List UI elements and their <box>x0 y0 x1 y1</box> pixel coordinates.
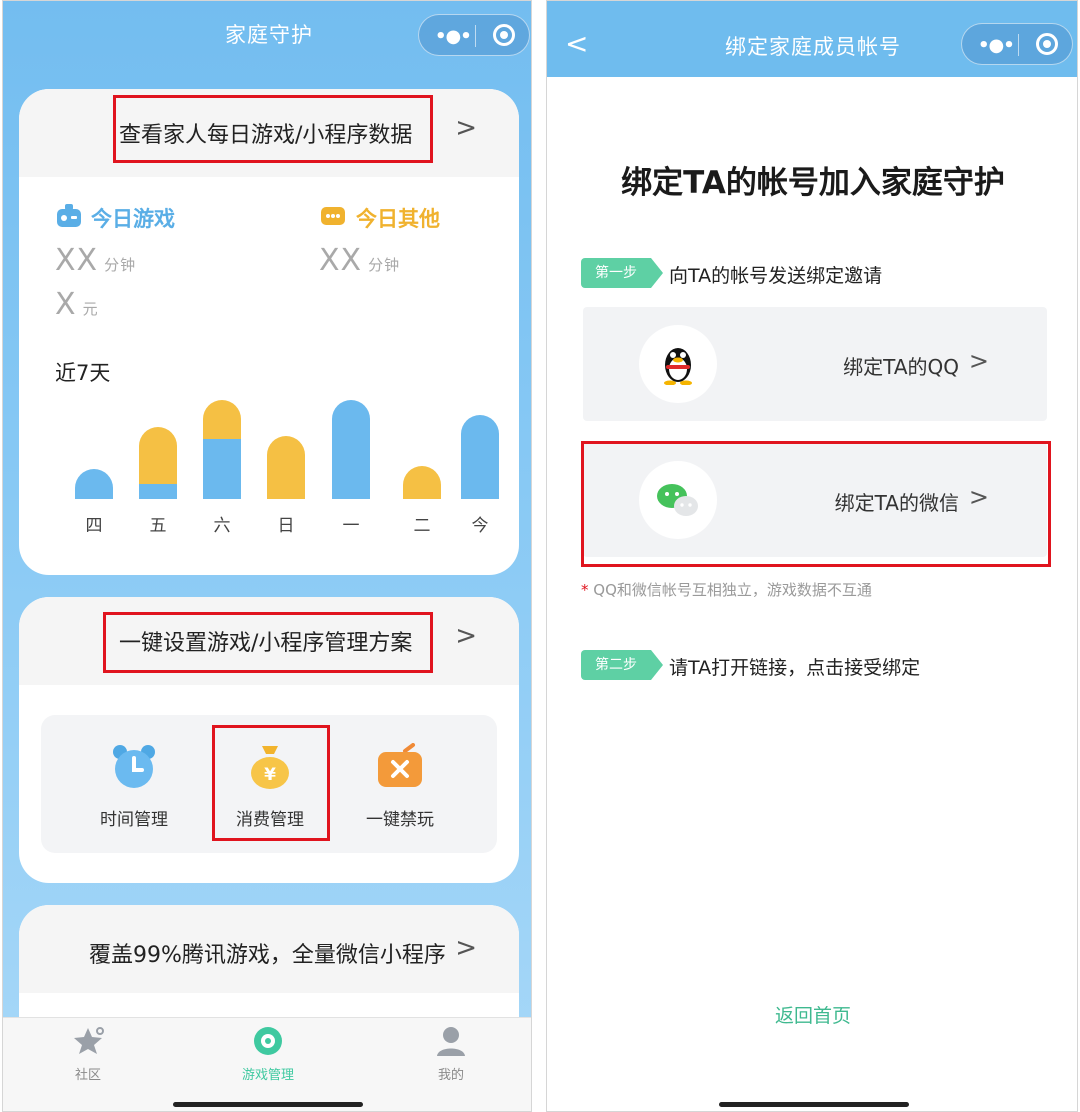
community-icon <box>74 1027 104 1054</box>
coverage-title: 覆盖99%腾讯游戏，全量微信小程序 <box>89 943 446 968</box>
highlight-box <box>103 612 433 673</box>
day-label: 一 <box>342 516 360 536</box>
profile-icon <box>437 1027 465 1056</box>
highlight-box <box>113 95 433 163</box>
step-one-tag: 第一步 <box>581 258 663 288</box>
miniprogram-capsule[interactable]: •●• <box>961 23 1073 65</box>
step-two-tag: 第二步 <box>581 650 663 680</box>
nav-title: 家庭守护 <box>225 23 313 47</box>
chat-bubble-icon <box>321 207 345 225</box>
today-other-label: 今日其他 <box>356 207 440 231</box>
time-manage-label: 时间管理 <box>100 810 168 830</box>
chevron-right-icon: > <box>455 621 477 651</box>
home-indicator <box>719 1102 909 1107</box>
bar-segment <box>203 439 241 499</box>
note-text: QQ和微信帐号互相独立，游戏数据不互通 <box>593 581 872 599</box>
bar-segment <box>332 400 370 499</box>
bottom-tab-bar: 社区 游戏管理 我的 <box>3 1017 531 1111</box>
gamepad-icon <box>57 204 81 227</box>
miniprogram-capsule[interactable]: •●• <box>418 14 530 56</box>
bar-segment <box>203 400 241 439</box>
today-other-minutes: XX 分钟 <box>319 243 401 278</box>
day-label: 二 <box>413 516 431 536</box>
bar-segment <box>403 466 441 499</box>
game-manage-icon <box>254 1027 282 1055</box>
chevron-right-icon: > <box>455 933 477 963</box>
bind-qq-label: 绑定TA的QQ <box>843 355 959 379</box>
nav-title: 绑定家庭成员帐号 <box>725 35 901 59</box>
nav-bar: < 绑定家庭成员帐号 •●• <box>547 1 1077 77</box>
family-guard-screen: 家庭守护 •●• 查看家人每日游戏/小程序数据 > 今日游戏 XX 分钟 X元 今… <box>2 0 532 1112</box>
today-game-money: X元 <box>55 287 99 322</box>
seven-day-bar-chart: 四五六日一二今 <box>19 389 519 539</box>
close-miniprogram-icon[interactable] <box>1036 33 1058 55</box>
day-label: 五 <box>149 516 167 536</box>
day-label: 四 <box>85 516 103 536</box>
account-note: * QQ和微信帐号互相独立，游戏数据不互通 <box>581 579 872 600</box>
tab-game-manage-label: 游戏管理 <box>241 1068 294 1083</box>
step-one-text: 向TA的帐号发送绑定邀请 <box>669 265 883 287</box>
bar-segment <box>461 415 499 499</box>
tab-profile[interactable]: 我的 <box>401 1026 501 1083</box>
chevron-right-icon: > <box>968 347 989 375</box>
bar-segment <box>75 469 113 499</box>
bar-segment <box>139 427 177 484</box>
back-home-link[interactable]: 返回首页 <box>547 1001 1077 1028</box>
highlight-box <box>212 725 330 841</box>
alarm-clock-icon <box>113 745 155 788</box>
bind-qq-card[interactable]: 绑定TA的QQ > <box>583 307 1047 421</box>
bar-segment <box>267 436 305 499</box>
tab-game-manage[interactable]: 游戏管理 <box>218 1026 318 1083</box>
today-game-minutes: XX 分钟 <box>55 243 137 278</box>
ban-device-icon <box>378 743 422 787</box>
back-icon[interactable]: < <box>565 27 588 60</box>
tab-community-label: 社区 <box>74 1068 101 1083</box>
step-two-text: 请TA打开链接，点击接受绑定 <box>669 657 921 679</box>
bar-segment <box>139 484 177 499</box>
page-heading: 绑定TA的帐号加入家庭守护 <box>621 165 1005 201</box>
more-icon[interactable]: •●• <box>435 26 472 47</box>
recent-7-days-title: 近7天 <box>55 361 111 385</box>
chevron-right-icon: > <box>455 113 477 143</box>
day-label: 六 <box>213 516 231 536</box>
close-miniprogram-icon[interactable] <box>493 24 515 46</box>
more-icon[interactable]: •●• <box>978 35 1015 56</box>
coverage-header[interactable]: 覆盖99%腾讯游戏，全量微信小程序 > <box>19 905 519 993</box>
time-manage-item[interactable]: 时间管理 <box>79 743 189 830</box>
tab-profile-label: 我的 <box>437 1068 464 1083</box>
one-click-ban-item[interactable]: 一键禁玩 <box>345 743 455 830</box>
tab-community[interactable]: 社区 <box>38 1026 138 1083</box>
today-game-label: 今日游戏 <box>91 207 175 231</box>
highlight-box <box>581 441 1051 567</box>
one-click-ban-label: 一键禁玩 <box>366 810 434 830</box>
day-label: 今 <box>471 516 489 536</box>
bind-member-screen: < 绑定家庭成员帐号 •●• 绑定TA的帐号加入家庭守护 第一步 向TA的帐号发… <box>546 0 1078 1112</box>
note-star: * <box>581 581 589 599</box>
home-indicator <box>173 1102 363 1107</box>
day-label: 日 <box>277 516 295 536</box>
qq-penguin-icon <box>664 348 692 385</box>
